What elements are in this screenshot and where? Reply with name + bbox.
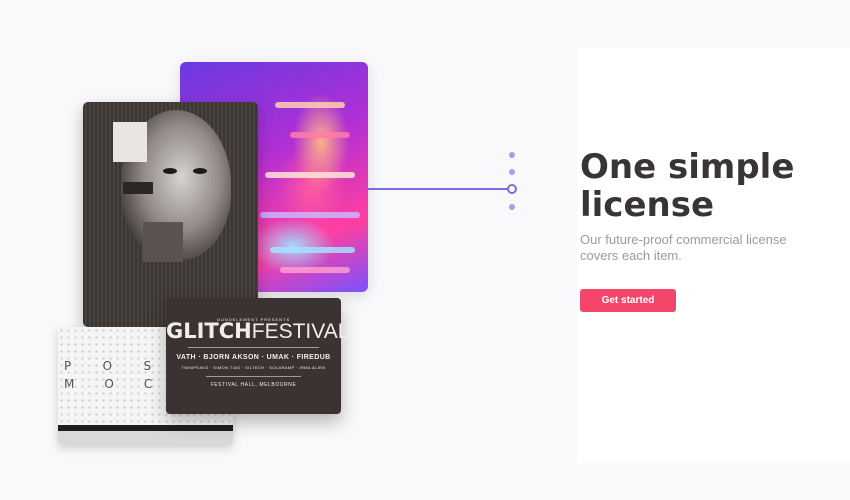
glitch-block: [113, 122, 147, 162]
art-streak: [290, 132, 350, 138]
festival-divider: [188, 347, 319, 348]
festival-title: GLITCHFESTIVAL: [166, 319, 349, 343]
art-streak: [270, 247, 355, 253]
poster-letter: O: [104, 377, 114, 391]
poster-letter: O: [102, 359, 113, 373]
portrait-eye: [163, 168, 177, 174]
glitch-block: [123, 182, 153, 194]
art-streak: [275, 102, 345, 108]
section-headline: One simple license: [580, 147, 795, 225]
timeline-dot-icon[interactable]: [509, 169, 515, 175]
connector-line: [368, 188, 508, 190]
get-started-button[interactable]: Get started: [580, 289, 676, 312]
festival-title-light: FESTIVAL: [251, 320, 350, 343]
poster-frame: [58, 425, 233, 431]
license-section: P O S T E M O C K U GUNDELEMENT PRESENTS…: [0, 0, 850, 500]
festival-lineup: VATH · BJORN AKSON · UMAK · FIREDUB: [176, 354, 331, 361]
glitch-portrait-thumbnail[interactable]: [83, 102, 258, 327]
art-streak: [260, 212, 360, 218]
timeline-dot-icon[interactable]: [509, 204, 515, 210]
festival-title-bold: GLITCH: [166, 319, 252, 343]
poster-letter: P: [64, 359, 72, 373]
festival-lineup-secondary: TWINPEAKS · SIMON TIAS · SILTECH · SOLAR…: [181, 365, 326, 370]
portrait-eye: [193, 168, 207, 174]
festival-divider: [206, 376, 301, 377]
poster-letter: C: [143, 377, 153, 391]
festival-venue: FESTIVAL HALL, MELBOURNE: [210, 382, 297, 388]
glitch-block: [143, 222, 183, 262]
timeline-dot-icon[interactable]: [509, 152, 515, 158]
timeline-ring-icon[interactable]: [507, 184, 517, 194]
section-description: Our future-proof commercial license cove…: [580, 232, 787, 263]
glitch-festival-thumbnail[interactable]: GUNDELEMENT PRESENTS GLITCHFESTIVAL VATH…: [166, 298, 349, 414]
art-streak: [280, 267, 350, 273]
poster-letter: S: [143, 359, 152, 373]
art-streak: [265, 172, 355, 178]
poster-letter: M: [64, 377, 75, 391]
